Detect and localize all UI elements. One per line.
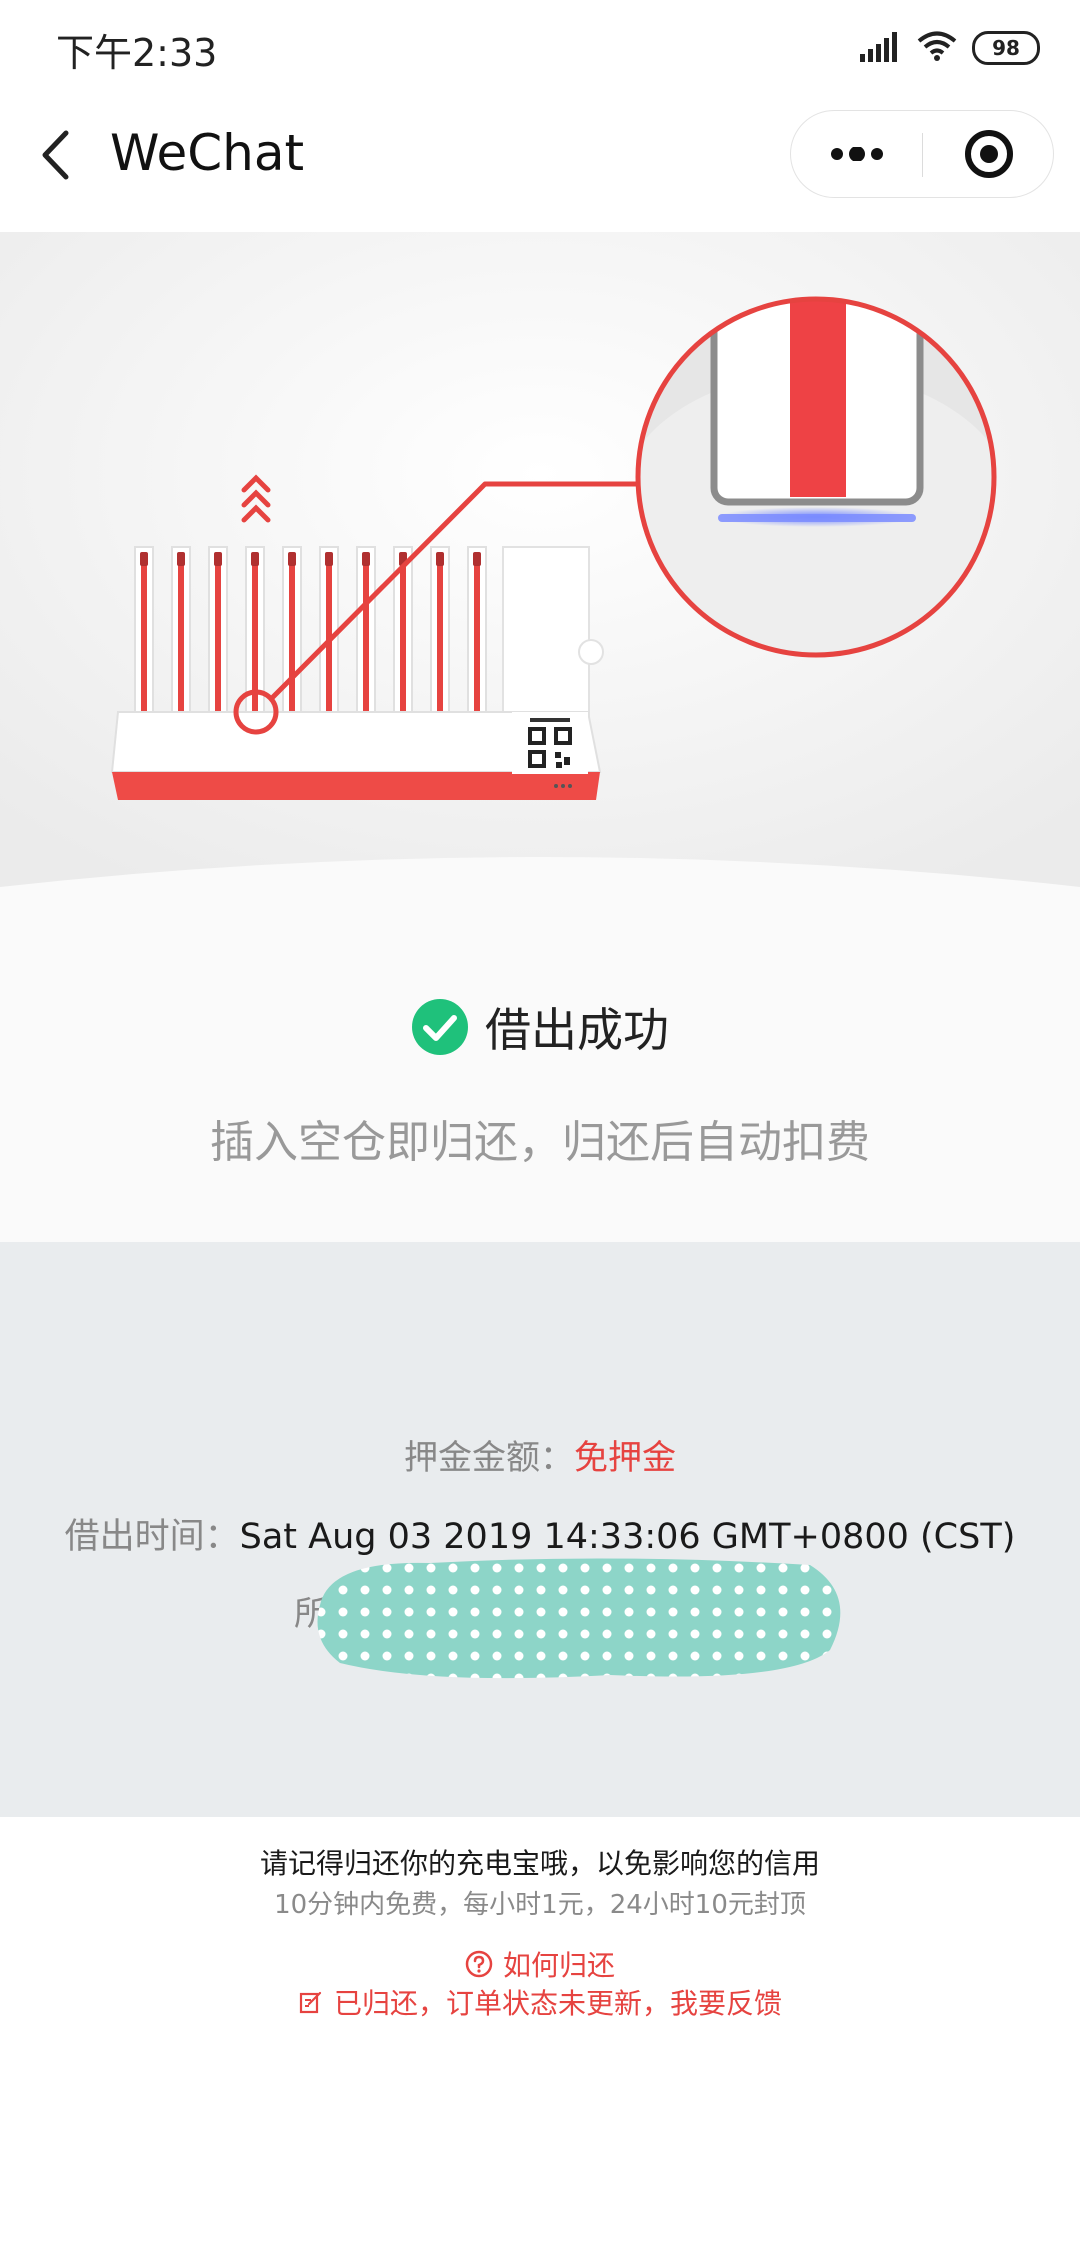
pricing-info: 10分钟内免费，每小时1元，24小时10元封顶 [274, 1890, 806, 1920]
feedback-label: 已归还，订单状态未更新，我要反馈 [333, 1987, 782, 2020]
chevron-left-icon [42, 130, 69, 180]
borrow-time-label: 借出时间： [64, 1517, 240, 1557]
edit-note-icon [299, 1991, 322, 2014]
success-section [0, 922, 1080, 1242]
status-icons: 98 [858, 26, 1040, 70]
wifi-icon [916, 30, 958, 66]
success-header: 借出成功 [0, 994, 1080, 1060]
more-dots-icon [830, 147, 883, 161]
redaction-overlay [317, 1558, 841, 1679]
success-description: 插入空仓即归还，归还后自动扣费 [210, 1117, 870, 1168]
signal-icon [858, 30, 902, 66]
target-close-icon [964, 130, 1013, 178]
page-title: WeChat [110, 124, 305, 182]
success-title: 借出成功 [485, 1003, 669, 1057]
battery-indicator: 98 [972, 31, 1040, 65]
question-circle-icon [465, 1950, 493, 1978]
return-reminder: 请记得归还你的充电宝哦，以免影响您的信用 [259, 1847, 820, 1880]
how-to-return-link[interactable]: 如何归还 [0, 1944, 1080, 1984]
mini-program-capsule [790, 110, 1054, 198]
back-button[interactable] [30, 122, 80, 188]
how-to-return-label: 如何归还 [502, 1949, 615, 1982]
deposit-row: 押金金额：免押金 [0, 1430, 1080, 1479]
feedback-link[interactable]: 已归还，订单状态未更新，我要反馈 [0, 1982, 1080, 2022]
success-check-icon [412, 999, 468, 1055]
qr-code-icon [512, 712, 588, 774]
charging-station-illustration [0, 232, 1080, 922]
deposit-label: 押金金额： [404, 1438, 574, 1478]
deposit-value: 免押金 [574, 1438, 676, 1478]
close-mini-program-button[interactable] [923, 111, 1054, 197]
status-time: 下午2:33 [56, 31, 218, 75]
more-button[interactable] [791, 111, 922, 197]
